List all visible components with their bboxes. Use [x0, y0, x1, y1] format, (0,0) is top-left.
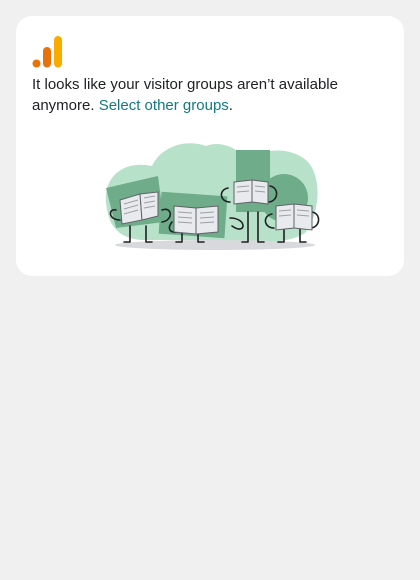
empty-state-card: It looks like your visitor groups aren’t… [16, 16, 404, 276]
analytics-logo-icon [32, 36, 62, 68]
empty-state-message: It looks like your visitor groups aren’t… [32, 74, 372, 116]
select-other-groups-link[interactable]: Select other groups [99, 97, 229, 114]
trailing-period: . [228, 97, 233, 114]
people-reading-newspapers-illustration [105, 143, 320, 250]
